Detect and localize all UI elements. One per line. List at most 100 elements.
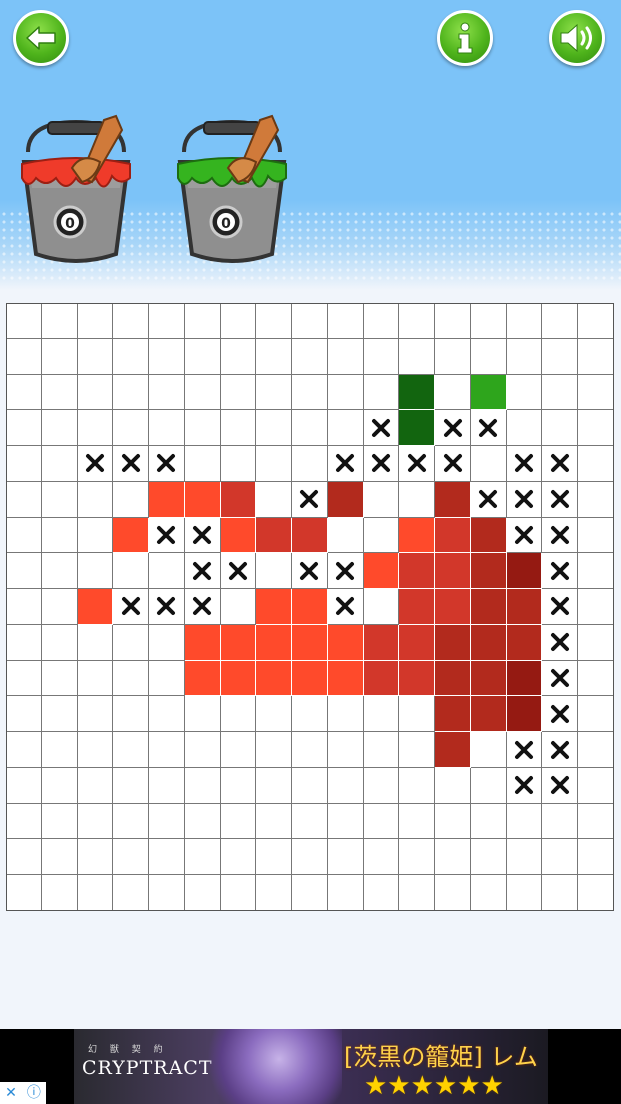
grid-cell[interactable] (363, 338, 400, 375)
grid-cell[interactable] (327, 517, 364, 554)
grid-cell[interactable] (470, 517, 507, 554)
grid-cell[interactable] (220, 410, 257, 447)
grid-cell[interactable] (149, 767, 185, 804)
grid-cell[interactable] (77, 875, 114, 911)
grid-cell[interactable] (41, 481, 78, 518)
grid-cell[interactable] (77, 696, 114, 733)
grid-cell[interactable] (470, 767, 507, 804)
grid-cell[interactable] (41, 410, 78, 447)
grid-cell[interactable] (184, 410, 221, 447)
grid-cell[interactable] (363, 374, 400, 411)
grid-cell[interactable] (363, 410, 400, 447)
grid-cell[interactable] (435, 410, 471, 447)
grid-cell[interactable] (470, 446, 507, 482)
grid-cell[interactable] (470, 338, 507, 375)
grid-cell[interactable] (542, 374, 579, 411)
grid-cell[interactable] (435, 660, 471, 697)
grid-cell[interactable] (435, 767, 471, 804)
grid-cell[interactable] (184, 517, 221, 554)
grid-cell[interactable] (256, 374, 293, 411)
adchoices-info-icon[interactable]: ⓘ (27, 1086, 41, 1100)
grid-cell[interactable] (6, 767, 42, 804)
grid-cell[interactable] (41, 696, 78, 733)
grid-cell[interactable] (149, 410, 185, 447)
grid-cell[interactable] (41, 839, 78, 876)
grid-cell[interactable] (399, 767, 436, 804)
grid-cell[interactable] (77, 660, 114, 697)
grid-cell[interactable] (327, 589, 364, 625)
grid-cell[interactable] (542, 624, 579, 661)
grid-cell[interactable] (256, 589, 293, 625)
grid-cell[interactable] (113, 624, 150, 661)
grid-cell[interactable] (113, 446, 150, 482)
grid-cell[interactable] (6, 839, 42, 876)
grid-cell[interactable] (149, 732, 185, 768)
grid-cell[interactable] (41, 767, 78, 804)
grid-cell[interactable] (113, 303, 150, 339)
grid-cell[interactable] (578, 660, 614, 697)
grid-cell[interactable] (363, 303, 400, 339)
grid-cell[interactable] (41, 803, 78, 840)
grid-cell[interactable] (77, 410, 114, 447)
grid-cell[interactable] (399, 303, 436, 339)
grid-cell[interactable] (435, 338, 471, 375)
grid-cell[interactable] (256, 839, 293, 876)
grid-cell[interactable] (399, 589, 436, 625)
grid-cell[interactable] (292, 481, 328, 518)
grid-cell[interactable] (327, 875, 364, 911)
grid-cell[interactable] (578, 767, 614, 804)
grid-cell[interactable] (435, 553, 471, 590)
grid-cell[interactable] (6, 803, 42, 840)
grid-cell[interactable] (578, 624, 614, 661)
grid-cell[interactable] (506, 517, 543, 554)
grid-cell[interactable] (363, 553, 400, 590)
grid-cell[interactable] (256, 624, 293, 661)
grid-cell[interactable] (149, 374, 185, 411)
grid-cell[interactable] (327, 374, 364, 411)
grid-cell[interactable] (292, 660, 328, 697)
grid-cell[interactable] (113, 660, 150, 697)
grid-cell[interactable] (6, 303, 42, 339)
grid-cell[interactable] (506, 553, 543, 590)
grid-cell[interactable] (41, 517, 78, 554)
grid-cell[interactable] (113, 875, 150, 911)
grid-cell[interactable] (77, 589, 114, 625)
grid-cell[interactable] (578, 839, 614, 876)
ad-banner[interactable]: 幻 獣 契 約 CRYPTRACT [茨黒の籠姫] レム ★★★★★★ (0, 1029, 621, 1104)
grid-cell[interactable] (6, 696, 42, 733)
grid-cell[interactable] (149, 875, 185, 911)
grid-cell[interactable] (435, 624, 471, 661)
grid-cell[interactable] (292, 767, 328, 804)
grid-cell[interactable] (578, 338, 614, 375)
grid-cell[interactable] (292, 446, 328, 482)
grid-cell[interactable] (506, 303, 543, 339)
grid-cell[interactable] (292, 839, 328, 876)
grid-cell[interactable] (363, 624, 400, 661)
sound-button[interactable] (549, 10, 605, 66)
grid-cell[interactable] (435, 446, 471, 482)
grid-cell[interactable] (542, 696, 579, 733)
grid-cell[interactable] (256, 446, 293, 482)
grid-cell[interactable] (363, 696, 400, 733)
grid-cell[interactable] (184, 875, 221, 911)
grid-cell[interactable] (6, 517, 42, 554)
grid-cell[interactable] (327, 338, 364, 375)
grid-cell[interactable] (470, 624, 507, 661)
grid-cell[interactable] (184, 732, 221, 768)
grid-cell[interactable] (41, 660, 78, 697)
grid-cell[interactable] (220, 624, 257, 661)
grid-cell[interactable] (6, 553, 42, 590)
grid-cell[interactable] (113, 696, 150, 733)
grid-cell[interactable] (399, 410, 436, 447)
grid-cell[interactable] (363, 481, 400, 518)
grid-cell[interactable] (256, 732, 293, 768)
grid-cell[interactable] (578, 481, 614, 518)
grid-cell[interactable] (256, 410, 293, 447)
grid-cell[interactable] (256, 517, 293, 554)
grid-cell[interactable] (113, 767, 150, 804)
grid-cell[interactable] (77, 767, 114, 804)
grid-cell[interactable] (77, 446, 114, 482)
grid-cell[interactable] (184, 803, 221, 840)
grid-cell[interactable] (578, 446, 614, 482)
ad-choices-badge[interactable]: ✕ ⓘ (0, 1082, 46, 1104)
